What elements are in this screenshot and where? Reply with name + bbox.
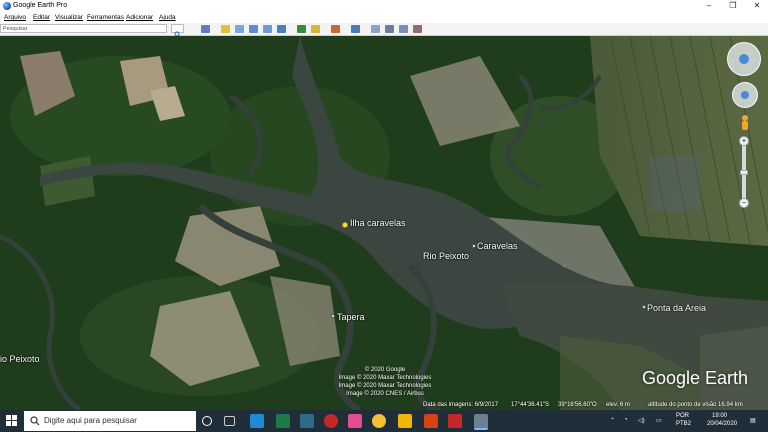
map-view[interactable]: Ilha caravelas Caravelas Rio Peixoto io …: [0, 36, 768, 410]
label-caravelas[interactable]: Caravelas: [477, 241, 518, 251]
label-ilha-caravelas[interactable]: Ilha caravelas: [350, 218, 406, 228]
eye-altitude-readout: altitude do ponto de visão 16.94 km: [648, 402, 743, 408]
title-bar: Google Earth Pro – ❐ ✕: [0, 0, 768, 12]
app-icon-office[interactable]: [424, 414, 438, 428]
keyboard-layout[interactable]: PTB2: [676, 421, 691, 427]
sidebar-toggle-icon[interactable]: [201, 25, 210, 33]
tray-chevron-icon[interactable]: ⌃: [610, 417, 615, 424]
street-view-pegman-icon[interactable]: [740, 114, 750, 132]
copyright-line-3: Image © 2020 Maxar Technologies: [338, 383, 432, 389]
cortana-icon[interactable]: [202, 416, 212, 426]
label-tapera[interactable]: Tapera: [337, 312, 365, 322]
app-icon-red[interactable]: [324, 414, 338, 428]
compass-center-icon: [739, 54, 749, 64]
placemark-icon[interactable]: [221, 25, 230, 33]
historical-imagery-icon[interactable]: [297, 25, 306, 33]
search-icon: [30, 416, 40, 426]
menu-ferramentas[interactable]: Ferramentas: [87, 12, 124, 23]
look-joystick-icon[interactable]: [727, 42, 761, 76]
window-title: Google Earth Pro: [13, 2, 68, 9]
notification-icon[interactable]: ▭: [656, 417, 662, 424]
language-code[interactable]: POR: [676, 413, 689, 419]
view-in-maps-icon[interactable]: [413, 25, 422, 33]
menu-adicionar[interactable]: Adicionar: [126, 12, 153, 23]
yellow-placemark-pin-icon[interactable]: [342, 222, 348, 228]
copyright-line-1: © 2020 Google: [364, 367, 406, 373]
acrobat-icon[interactable]: [448, 414, 462, 428]
longitude-readout: 39°16'56.60"O: [558, 402, 597, 408]
google-earth-logo: Google Earth: [642, 368, 749, 388]
elevation-readout: elev. 6 m: [606, 402, 630, 408]
email-icon[interactable]: [371, 25, 380, 33]
action-center-icon[interactable]: ▤: [750, 417, 756, 424]
label-ponta-da-areia[interactable]: Ponta da Areia: [647, 303, 706, 313]
toolbar: Pesquisar: [0, 23, 768, 38]
menu-ajuda[interactable]: Ajuda: [159, 12, 176, 23]
chrome-icon[interactable]: [372, 414, 386, 428]
imagery-date: Data das imagens: 6/9/2017: [423, 402, 499, 408]
save-image-icon[interactable]: [399, 25, 408, 33]
search-button[interactable]: [171, 24, 184, 38]
menu-editar[interactable]: Editar: [33, 12, 50, 23]
taskbar-search-placeholder: Digite aqui para pesquisar: [44, 416, 137, 425]
clock-time[interactable]: 19:00: [712, 413, 727, 419]
windows-start-icon[interactable]: [6, 415, 17, 426]
ruler-icon[interactable]: [351, 25, 360, 33]
zoom-out-button[interactable]: −: [739, 198, 749, 208]
caravelas-location-dot-icon: [472, 244, 476, 248]
tapera-location-dot-icon: [331, 314, 335, 318]
polygon-icon[interactable]: [235, 25, 244, 33]
taskbar-search-box[interactable]: Digite aqui para pesquisar: [24, 411, 196, 431]
label-rio-peixoto-left[interactable]: io Peixoto: [0, 354, 40, 364]
windows-taskbar: Digite aqui para pesquisar ⌃ ◔ ◁) ▭ POR …: [0, 410, 768, 432]
file-explorer-icon[interactable]: [398, 414, 412, 428]
ponta-da-areia-location-dot-icon: [642, 305, 646, 309]
close-button[interactable]: ✕: [746, 0, 768, 12]
menu-arquivo[interactable]: Arquivo: [4, 12, 26, 23]
print-icon[interactable]: [385, 25, 394, 33]
app-icon-store[interactable]: [348, 414, 362, 428]
app-icon-3[interactable]: [300, 414, 314, 428]
move-center-icon: [741, 91, 749, 99]
wifi-icon[interactable]: ◔: [624, 417, 628, 423]
path-icon[interactable]: [249, 25, 258, 33]
clock-date[interactable]: 20/04/2020: [707, 421, 737, 427]
image-overlay-icon[interactable]: [263, 25, 272, 33]
latitude-readout: 17°44'36.41"S: [511, 402, 550, 408]
volume-icon[interactable]: ◁): [638, 417, 645, 424]
label-rio-peixoto[interactable]: Rio Peixoto: [423, 251, 469, 261]
google-earth-taskbar-icon[interactable]: [474, 414, 488, 430]
move-joystick-icon[interactable]: [732, 82, 758, 108]
record-tour-icon[interactable]: [277, 25, 286, 33]
edge-browser-icon[interactable]: [250, 414, 264, 428]
google-earth-app-icon: [3, 2, 11, 10]
sunlight-icon[interactable]: [311, 25, 320, 33]
minimize-button[interactable]: –: [698, 0, 720, 12]
copyright-line-4: Image © 2020 CNES / Airbus: [346, 391, 424, 397]
zoom-in-button[interactable]: +: [739, 136, 749, 146]
search-input[interactable]: Pesquisar: [0, 24, 167, 33]
zoom-slider-handle[interactable]: [740, 170, 748, 175]
excel-icon[interactable]: [276, 414, 290, 428]
menu-bar: Arquivo Editar Visualizar Ferramentas Ad…: [0, 12, 768, 23]
planets-icon[interactable]: [331, 25, 340, 33]
maximize-button[interactable]: ❐: [722, 0, 744, 12]
menu-visualizar[interactable]: Visualizar: [55, 12, 83, 23]
copyright-line-2: Image © 2020 Maxar Technologies: [338, 375, 432, 381]
task-view-icon[interactable]: [224, 416, 235, 426]
